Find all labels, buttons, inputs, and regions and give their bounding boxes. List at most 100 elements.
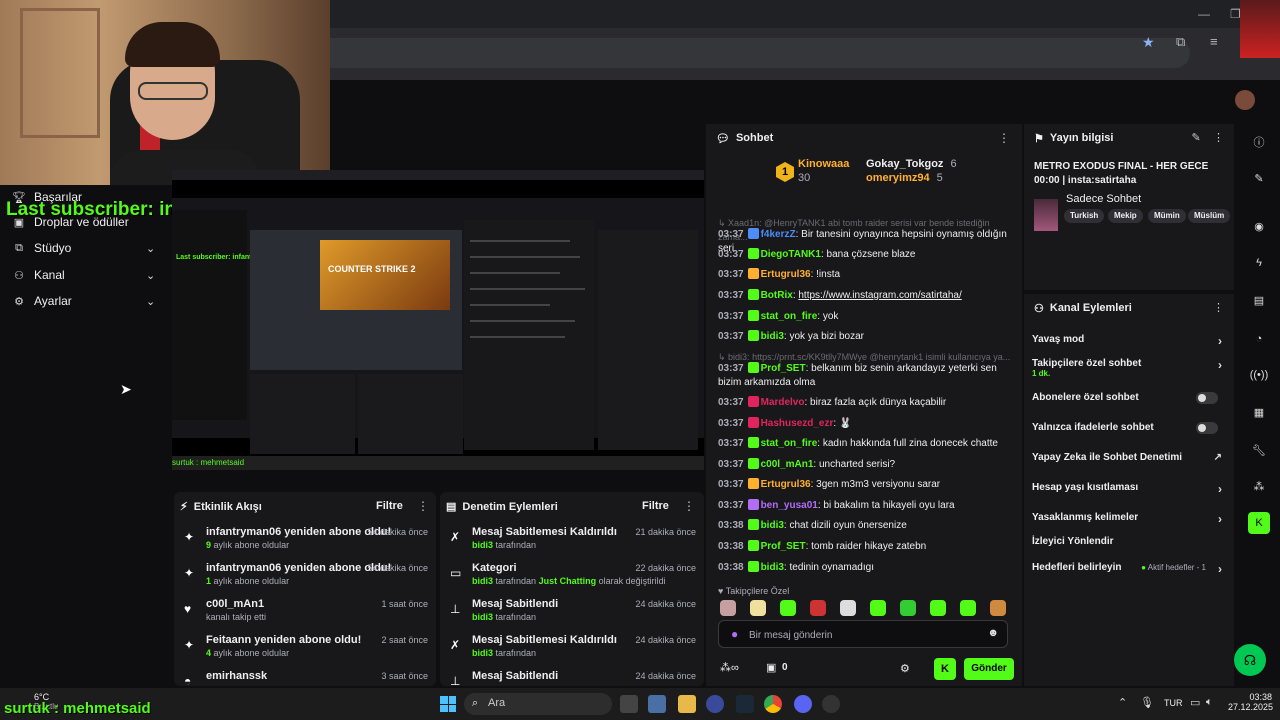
chat-message[interactable]: 03:37 Ertugrul36: 3gen m3m3 versiyonu sar… xyxy=(718,478,1014,492)
sidebar-item-channel[interactable]: ⚇ Kanal ⌄ xyxy=(12,265,155,285)
emoji-icon[interactable]: ☻ xyxy=(987,627,999,639)
obs-icon[interactable] xyxy=(822,695,840,713)
chat-bubble-icon[interactable]: ◔ xyxy=(1248,328,1270,350)
message-username[interactable]: BotRix xyxy=(761,290,793,301)
emote-icon[interactable] xyxy=(810,600,826,616)
channel-action-row[interactable]: İzleyici Yönlendir xyxy=(1032,536,1226,547)
profile-avatar[interactable] xyxy=(1240,0,1280,58)
category-name[interactable]: Sadece Sohbet xyxy=(1066,193,1141,205)
activity-row[interactable]: ✦ infantryman06 yeniden abone oldu! 9 aylı… xyxy=(174,526,436,560)
stream-preview[interactable]: Last subscriber: infantryman06 COUNTER S… xyxy=(172,170,704,470)
chat-message[interactable]: 03:37 c00l_mAn1: uncharted serisi? xyxy=(718,458,1014,472)
moderation-filter-button[interactable]: Filtre xyxy=(642,500,669,512)
file-explorer-icon[interactable] xyxy=(678,695,696,713)
edit-icon[interactable]: ✎ xyxy=(1248,168,1270,190)
gift-icon[interactable]: ▣ xyxy=(766,661,776,674)
message-username[interactable]: Prof_SET xyxy=(761,541,806,552)
message-username[interactable]: Ertugrul36 xyxy=(761,269,811,280)
emote-icon[interactable] xyxy=(990,600,1006,616)
sidebar-item-studio[interactable]: ⧉ Stüdyo ⌄ xyxy=(12,238,155,258)
message-username[interactable]: f4kerzZ xyxy=(761,229,796,240)
more-options-icon[interactable]: ⋮ xyxy=(998,131,1010,145)
chat-message[interactable]: 03:38 bidi3: tedinin oynamadıgı xyxy=(718,561,1014,575)
category-thumbnail[interactable] xyxy=(1034,199,1058,231)
channel-action-row[interactable]: Abonelere özel sohbet xyxy=(1032,392,1226,404)
moderation-row[interactable]: ▭ Kategori bidi3 tarafından Just Chatting … xyxy=(440,562,704,596)
message-username[interactable]: ben_yusa01 xyxy=(761,500,818,511)
channel-action-row[interactable]: Hedefleri belirleyin ● Aktif hedefler - 1… xyxy=(1032,562,1226,576)
leaderboard-third[interactable]: omeryimz94 5 xyxy=(866,172,943,184)
edit-icon[interactable]: ✎ xyxy=(1192,132,1201,144)
moderation-row[interactable]: ✗ Mesaj Sabitlemesi Kaldırıldı bidi3 taraf… xyxy=(440,634,704,668)
channel-action-row[interactable]: Yavaş mod › xyxy=(1032,334,1226,348)
camera-icon[interactable]: ◉ xyxy=(1248,216,1270,238)
chat-message[interactable]: 03:37 stat_on_fire: kadın hakkında full z… xyxy=(718,437,1014,451)
chrome-icon[interactable] xyxy=(764,695,782,713)
chat-message[interactable]: 03:37 Mardelvo: biraz fazla açık dünya ka… xyxy=(718,396,1014,410)
bookmark-star-icon[interactable]: ★ xyxy=(1142,34,1155,51)
message-username[interactable]: bidi3 xyxy=(761,331,784,342)
stream-tag[interactable]: Turkish xyxy=(1064,209,1105,223)
language-indicator[interactable]: TUR xyxy=(1164,698,1183,708)
wrench-icon[interactable]: 🔧︎ xyxy=(1248,440,1270,462)
microphone-icon[interactable]: ● xyxy=(731,627,738,641)
support-headset-icon[interactable]: ☊ xyxy=(1234,644,1266,676)
windows-start-icon[interactable] xyxy=(440,696,456,712)
emote-icon[interactable] xyxy=(750,600,766,616)
activity-row[interactable]: ✦ infantryman06 yeniden abone oldu! 1 aylı… xyxy=(174,562,436,596)
minimize-icon[interactable]: — xyxy=(1198,7,1210,21)
emote-icon[interactable] xyxy=(870,600,886,616)
channel-action-row[interactable]: Yalnızca ifadelerle sohbet xyxy=(1032,422,1226,434)
clock[interactable]: 03:38 27.12.2025 xyxy=(1228,692,1273,712)
chat-message[interactable]: 03:37 stat_on_fire: yok xyxy=(718,310,1014,324)
chat-input[interactable] xyxy=(749,626,979,644)
activity-row[interactable]: ✦ Feitaann yeniden abone oldu! 4 aylık abo… xyxy=(174,634,436,668)
info-icon[interactable]: ⓘ xyxy=(1248,132,1270,154)
message-username[interactable]: Hashusezd_ezr xyxy=(761,418,834,429)
more-options-icon[interactable]: ⋮ xyxy=(1213,301,1224,314)
toggle-switch[interactable] xyxy=(1196,422,1218,434)
emote-icon[interactable] xyxy=(780,600,796,616)
points-icon[interactable]: ⁂ xyxy=(1248,476,1270,498)
points-icon[interactable]: ⁂∞ xyxy=(720,661,739,674)
channel-action-row[interactable]: Yapay Zeka ile Sohbet Denetimi ↗ xyxy=(1032,452,1226,463)
message-username[interactable]: bidi3 xyxy=(761,562,784,573)
emote-icon[interactable] xyxy=(900,600,916,616)
document-icon[interactable]: ▤ xyxy=(1248,290,1270,312)
emote-icon[interactable] xyxy=(840,600,856,616)
channel-action-row[interactable]: Takipçilere özel sohbet 1 dk. › xyxy=(1032,358,1226,378)
kick-logo-icon[interactable]: K xyxy=(1248,512,1270,534)
extensions-icon[interactable]: ⧉ xyxy=(1176,34,1185,50)
kick-logo-button[interactable]: K xyxy=(934,658,956,680)
user-avatar[interactable] xyxy=(1235,90,1255,110)
menu-icon[interactable]: ≡ xyxy=(1210,34,1218,49)
emote-icon[interactable] xyxy=(960,600,976,616)
microphone-icon[interactable]: 🎙︎ xyxy=(1140,696,1154,709)
more-options-icon[interactable]: ⋮ xyxy=(417,499,429,513)
taskbar-search[interactable]: ⌕ Ara xyxy=(464,693,612,715)
activity-row[interactable]: ♥ c00l_mAn1 kanalı takip etti 1 saat önce xyxy=(174,598,436,632)
send-button[interactable]: Gönder xyxy=(964,658,1014,680)
chevron-up-icon[interactable]: ⌃ xyxy=(1118,696,1127,709)
toggle-switch[interactable] xyxy=(1196,392,1218,404)
chat-message[interactable]: 03:37 Hashusezd_ezr: 🐰 xyxy=(718,417,1014,431)
moderation-row[interactable]: ✗ Mesaj Sabitlemesi Kaldırıldı bidi3 taraf… xyxy=(440,526,704,560)
chat-message[interactable]: 03:38 Prof_SET: tomb raider hikaye zatebn xyxy=(718,540,1014,554)
network-icon[interactable]: ▭ xyxy=(1190,696,1200,709)
message-username[interactable]: DiegoTANK1 xyxy=(761,249,821,260)
address-bar[interactable] xyxy=(330,38,1190,68)
message-username[interactable]: c00l_mAn1 xyxy=(761,459,814,470)
chat-settings-icon[interactable]: ⚙ xyxy=(900,662,910,675)
activity-filter-button[interactable]: Filtre xyxy=(376,500,403,512)
chat-message[interactable]: 03:37 bidi3: yok ya bizi bozar xyxy=(718,330,1014,344)
chat-message[interactable]: 03:37 Prof_SET: belkanım biz senin arkand… xyxy=(718,362,1014,390)
channel-action-row[interactable]: Hesap yaşı kısıtlaması › xyxy=(1032,482,1226,496)
sidebar-item-settings[interactable]: ⚙ Ayarlar ⌄ xyxy=(12,291,155,311)
more-options-icon[interactable]: ⋮ xyxy=(683,499,695,513)
task-view-icon[interactable] xyxy=(620,695,638,713)
broadcast-icon[interactable]: ((•)) xyxy=(1248,364,1270,386)
message-username[interactable]: Ertugrul36 xyxy=(761,479,811,490)
stream-tag[interactable]: Müslüm xyxy=(1188,209,1231,223)
message-link[interactable]: https://www.instagram.com/satirtaha/ xyxy=(798,290,961,301)
message-username[interactable]: Prof_SET xyxy=(761,363,806,374)
